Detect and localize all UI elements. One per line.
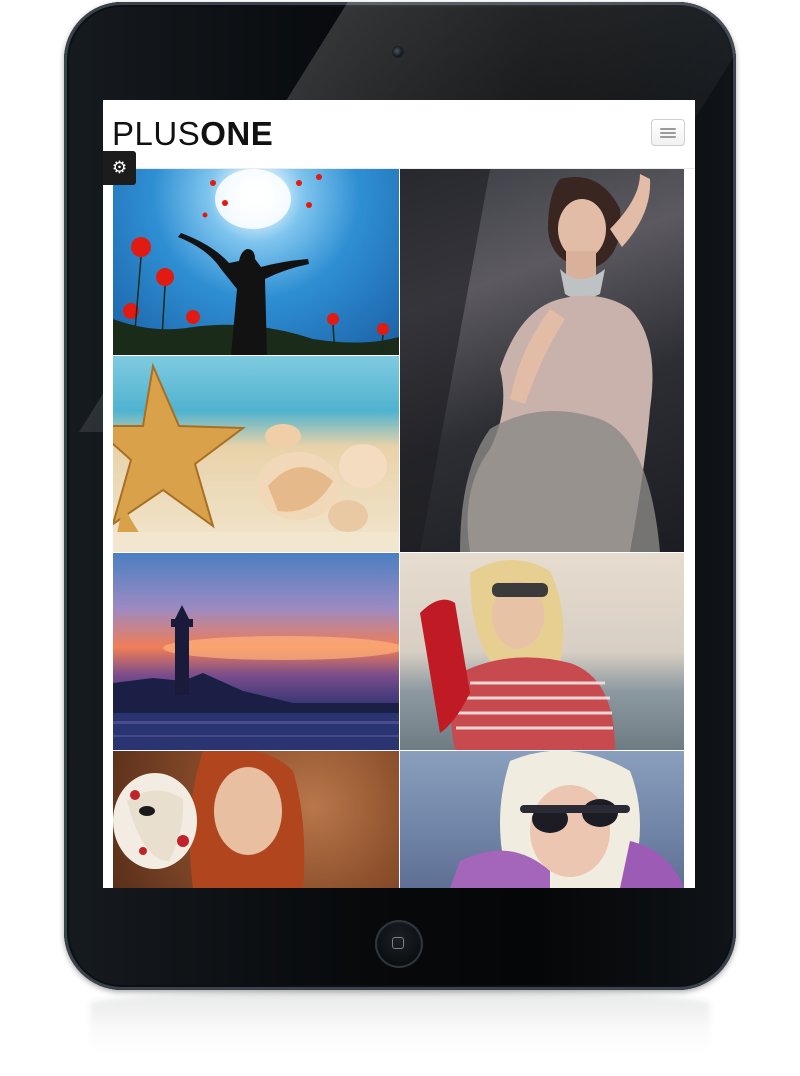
starfish-shells-image [113, 362, 399, 552]
device-reflection [90, 990, 710, 1060]
gallery-tile-mask[interactable] [113, 751, 399, 888]
photo-gallery [113, 169, 684, 888]
tablet-screen: PLUSONE ⚙ [103, 100, 695, 888]
satin-dress-model-image [400, 169, 660, 552]
home-button[interactable] [375, 920, 423, 968]
front-camera [393, 47, 403, 57]
lighthouse-sunset-image [113, 605, 399, 750]
gallery-tile-beach[interactable] [113, 356, 399, 552]
gallery-tile-sunglasses[interactable] [400, 751, 684, 888]
redhead-mask-image [113, 751, 305, 888]
hamburger-icon [660, 128, 676, 130]
menu-toggle-button[interactable] [651, 119, 685, 146]
gallery-tile-fashion[interactable] [400, 169, 684, 552]
gallery-tile-sunset[interactable] [113, 169, 399, 355]
blonde-model-red-top-image [420, 559, 615, 750]
silhouette-poppies-image [113, 169, 399, 355]
logo-text-light: PLUS [112, 115, 201, 152]
site-logo[interactable]: PLUSONE [112, 115, 273, 153]
site-header: PLUSONE [103, 100, 695, 169]
gallery-tile-lighthouse[interactable] [113, 553, 399, 750]
gallery-tile-model-red[interactable] [400, 553, 684, 750]
hamburger-icon [660, 132, 676, 134]
blonde-sunglasses-model-image [450, 751, 684, 888]
logo-text-bold: ONE [200, 115, 274, 152]
home-button-icon [392, 937, 404, 949]
gear-icon: ⚙ [111, 158, 128, 178]
hamburger-icon [660, 136, 676, 138]
settings-toggle-button[interactable]: ⚙ [103, 151, 136, 185]
